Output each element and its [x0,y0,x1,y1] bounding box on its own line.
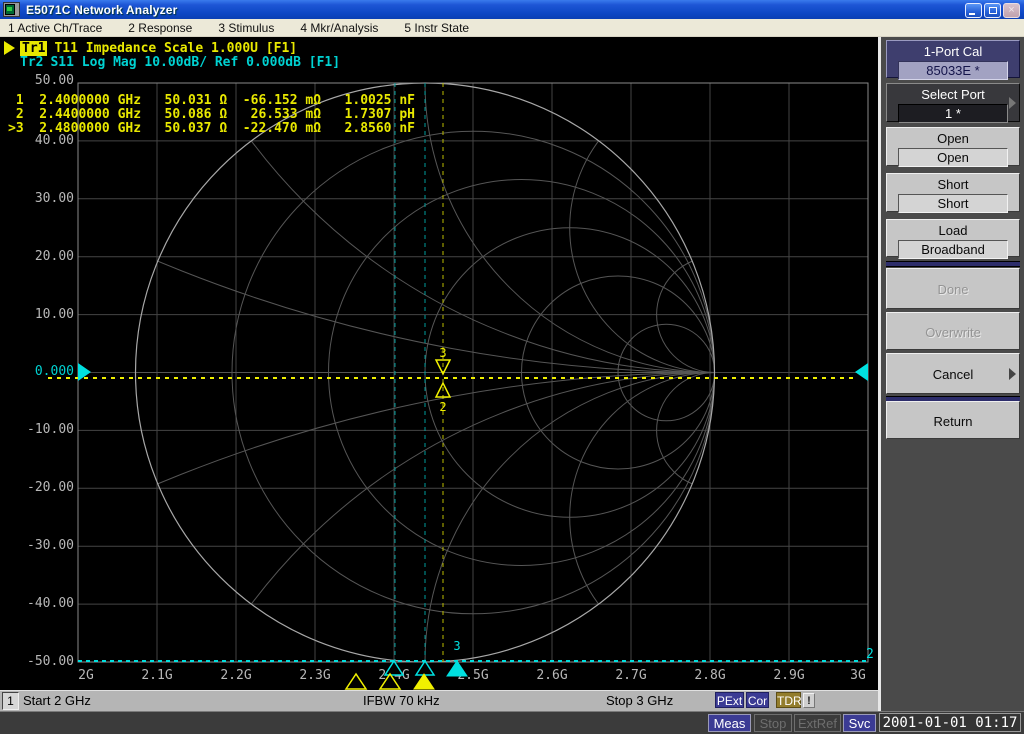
stop-frequency: Stop 3 GHz [606,693,674,708]
alert-button[interactable]: ! [803,693,815,708]
menu-bar: 1 Active Ch/Trace 2 Response 3 Stimulus … [0,19,1024,37]
softkey-header-1-port-cal: 1-Port Cal 85033E * [886,40,1020,80]
x-tick-25g: 2.5G [457,668,489,683]
y-tick-m50: -50.00 [27,654,74,669]
close-icon [1003,3,1020,18]
status-extref: ExtRef [794,714,841,732]
marker-row-1: 1 2.4000000 GHz 50.031 Ω -66.152 mΩ 1.00… [8,93,415,108]
ifbw-value: IFBW 70 kHz [363,693,440,708]
x-tick-2g: 2G [78,668,94,683]
pext-badge: PExt [715,692,744,708]
active-trace-indicator-icon [4,41,15,55]
x-tick-28g: 2.8G [694,668,726,683]
menu-stimulus[interactable]: 3 Stimulus [218,21,274,35]
softkey-label: Overwrite [925,325,981,340]
start-frequency: Start 2 GHz [23,693,91,708]
softkey-label: Load [938,223,968,238]
instrument-screen: E5071C Network Analyzer 1 Active Ch/Trac… [0,0,1024,734]
trace1-status[interactable]: Tr1 T11 Impedance Scale 1.000U [F1] [20,41,297,56]
softkey-value: Broadband [898,240,1008,259]
softkey-divider [886,261,1020,267]
x-tick-23g: 2.3G [299,668,331,683]
x-tick-29g: 2.9G [773,668,805,683]
x-tick-24g: 2.4G [378,668,410,683]
y-tick-m20: -20.00 [27,480,74,495]
status-meas: Meas [708,714,751,732]
softkey-header-label: 1-Port Cal [923,44,983,59]
softkey-label: Select Port [921,87,985,102]
softkey-value: Open [898,148,1008,167]
softkey-value: Short [898,194,1008,213]
y-tick-ref-0: 0.000 [34,364,74,379]
restore-icon[interactable] [984,3,1001,18]
x-tick-27g: 2.7G [615,668,647,683]
status-svc: Svc [843,714,876,732]
softkey-sidebar: 1-Port Cal 85033E * Select Port 1 * Open… [881,37,1024,711]
clock: 2001-01-01 01:17 [879,713,1021,732]
trace2-status[interactable]: Tr2 S11 Log Mag 10.00dB/ Ref 0.000dB [F1] [20,55,340,70]
tdr-badge: TDR [776,692,802,708]
submenu-arrow-icon [1009,367,1016,380]
trace1-format: T11 Impedance Scale 1.000U [F1] [54,41,298,56]
softkey-open[interactable]: Open Open [886,127,1020,167]
channel-number-box: 1 [2,692,19,710]
window-title: E5071C Network Analyzer [26,2,178,17]
softkey-label: Open [937,131,969,146]
softkey-cancel[interactable]: Cancel [886,353,1020,394]
softkey-done[interactable]: Done [886,268,1020,309]
title-bar: E5071C Network Analyzer [0,0,1024,19]
y-tick-m40: -40.00 [27,596,74,611]
submenu-arrow-icon [1009,96,1016,109]
x-tick-26g: 2.6G [536,668,568,683]
x-tick-22g: 2.2G [220,668,252,683]
menu-mkr-analysis[interactable]: 4 Mkr/Analysis [300,21,378,35]
softkey-select-port[interactable]: Select Port 1 * [886,83,1020,123]
softkey-short[interactable]: Short Short [886,173,1020,213]
y-tick-50: 50.00 [34,73,74,88]
y-tick-20: 20.00 [34,249,74,264]
y-tick-10: 10.00 [34,307,74,322]
menu-active-ch-trace[interactable]: 1 Active Ch/Trace [8,21,102,35]
minimize-icon[interactable] [965,3,982,18]
app-icon [3,2,20,17]
cor-badge: Cor [746,692,769,708]
y-tick-m10: -10.00 [27,422,74,437]
y-tick-30: 30.00 [34,191,74,206]
marker-row-2: 2 2.4400000 GHz 50.086 Ω 26.533 mΩ 1.730… [8,107,415,122]
x-tick-21g: 2.1G [141,668,173,683]
softkey-overwrite[interactable]: Overwrite [886,312,1020,350]
trace2-label: Tr2 [20,55,44,70]
softkey-return[interactable]: Return [886,401,1020,439]
y-tick-m30: -30.00 [27,538,74,553]
softkey-label: Return [933,414,973,429]
softkey-load[interactable]: Load Broadband [886,219,1020,259]
trace1-label: Tr1 [20,41,48,56]
y-tick-40: 40.00 [34,133,74,148]
softkey-label: Cancel [932,367,974,382]
softkey-label: Done [937,282,969,297]
trace2-format: S11 Log Mag 10.00dB/ Ref 0.000dB [F1] [50,55,341,70]
softkey-label: Short [937,177,969,192]
menu-response[interactable]: 2 Response [128,21,192,35]
cal-kit-value: 85033E * [898,61,1008,80]
softkey-value: 1 * [898,104,1008,123]
status-stop: Stop [754,714,792,732]
menu-instr-state[interactable]: 5 Instr State [404,21,469,35]
